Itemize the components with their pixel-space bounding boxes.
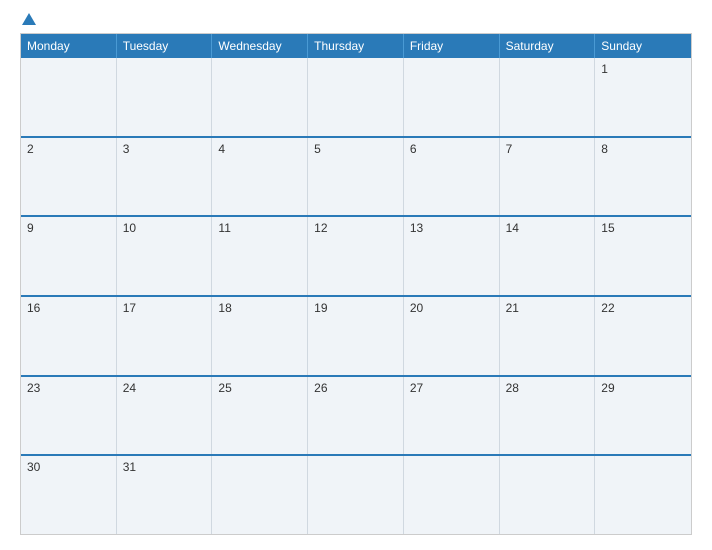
calendar-cell: 3	[117, 138, 213, 216]
calendar-cell: 15	[595, 217, 691, 295]
calendar-cell: 26	[308, 377, 404, 455]
day-header-sunday: Sunday	[595, 34, 691, 58]
day-number: 28	[506, 381, 519, 395]
calendar-cell: 18	[212, 297, 308, 375]
calendar-cell: 8	[595, 138, 691, 216]
calendar-cell: 23	[21, 377, 117, 455]
day-number: 3	[123, 142, 130, 156]
day-number: 27	[410, 381, 423, 395]
calendar-cell	[404, 58, 500, 136]
calendar-cell: 10	[117, 217, 213, 295]
calendar-week-5: 23 24 25 26 27 28 29	[21, 375, 691, 455]
calendar-cell: 29	[595, 377, 691, 455]
calendar-grid: MondayTuesdayWednesdayThursdayFridaySatu…	[20, 33, 692, 535]
calendar-week-4: 16 17 18 19 20 21 22	[21, 295, 691, 375]
calendar-week-2: 2 3 4 5 6 7 8	[21, 136, 691, 216]
calendar-cell: 2	[21, 138, 117, 216]
calendar-week-1: 1	[21, 58, 691, 136]
calendar-cell	[595, 456, 691, 534]
day-number: 18	[218, 301, 231, 315]
calendar-cell	[212, 456, 308, 534]
day-number: 16	[27, 301, 40, 315]
day-number: 11	[218, 221, 230, 235]
day-number: 1	[601, 62, 608, 76]
day-header-monday: Monday	[21, 34, 117, 58]
day-number: 19	[314, 301, 327, 315]
day-number: 30	[27, 460, 40, 474]
day-number: 2	[27, 142, 34, 156]
day-number: 22	[601, 301, 614, 315]
day-number: 13	[410, 221, 423, 235]
calendar-cell: 19	[308, 297, 404, 375]
day-number: 6	[410, 142, 417, 156]
day-number: 24	[123, 381, 136, 395]
calendar-cell	[21, 58, 117, 136]
day-number: 20	[410, 301, 423, 315]
calendar-cell	[308, 456, 404, 534]
day-number: 5	[314, 142, 321, 156]
calendar-cell: 5	[308, 138, 404, 216]
calendar-cell	[212, 58, 308, 136]
day-number: 14	[506, 221, 519, 235]
calendar-cell	[404, 456, 500, 534]
calendar-cell	[308, 58, 404, 136]
day-number: 10	[123, 221, 136, 235]
header	[20, 15, 692, 25]
day-number: 9	[27, 221, 34, 235]
day-number: 29	[601, 381, 614, 395]
day-header-saturday: Saturday	[500, 34, 596, 58]
day-header-wednesday: Wednesday	[212, 34, 308, 58]
calendar-cell: 31	[117, 456, 213, 534]
calendar-cell: 20	[404, 297, 500, 375]
day-number: 4	[218, 142, 225, 156]
calendar-cell: 11	[212, 217, 308, 295]
day-number: 31	[123, 460, 136, 474]
calendar-cell: 22	[595, 297, 691, 375]
calendar-cell	[500, 456, 596, 534]
calendar-cell: 1	[595, 58, 691, 136]
calendar-cell: 30	[21, 456, 117, 534]
day-number: 23	[27, 381, 40, 395]
calendar-page: MondayTuesdayWednesdayThursdayFridaySatu…	[0, 0, 712, 550]
day-header-friday: Friday	[404, 34, 500, 58]
calendar-cell: 12	[308, 217, 404, 295]
calendar-cell: 17	[117, 297, 213, 375]
calendar-cell	[117, 58, 213, 136]
day-number: 12	[314, 221, 327, 235]
day-number: 25	[218, 381, 231, 395]
calendar-week-3: 9 10 11 12 13 14 15	[21, 215, 691, 295]
logo	[20, 15, 100, 25]
calendar-cell	[500, 58, 596, 136]
calendar-cell: 16	[21, 297, 117, 375]
calendar-cell: 28	[500, 377, 596, 455]
day-number: 26	[314, 381, 327, 395]
calendar-cell: 9	[21, 217, 117, 295]
calendar-week-6: 30 31	[21, 454, 691, 534]
calendar-cell: 4	[212, 138, 308, 216]
day-number: 17	[123, 301, 136, 315]
calendar-cell: 7	[500, 138, 596, 216]
day-number: 15	[601, 221, 614, 235]
calendar-cell: 27	[404, 377, 500, 455]
calendar-cell: 13	[404, 217, 500, 295]
day-number: 21	[506, 301, 519, 315]
logo-triangle-icon	[22, 13, 36, 25]
calendar-cell: 25	[212, 377, 308, 455]
calendar-cell: 14	[500, 217, 596, 295]
calendar-cell: 6	[404, 138, 500, 216]
day-number: 8	[601, 142, 608, 156]
calendar-cell: 24	[117, 377, 213, 455]
calendar-cell: 21	[500, 297, 596, 375]
day-header-tuesday: Tuesday	[117, 34, 213, 58]
calendar-body: 1234567891011121314151617181920212223242…	[21, 58, 691, 534]
day-number: 7	[506, 142, 513, 156]
day-header-thursday: Thursday	[308, 34, 404, 58]
calendar-header-row: MondayTuesdayWednesdayThursdayFridaySatu…	[21, 34, 691, 58]
